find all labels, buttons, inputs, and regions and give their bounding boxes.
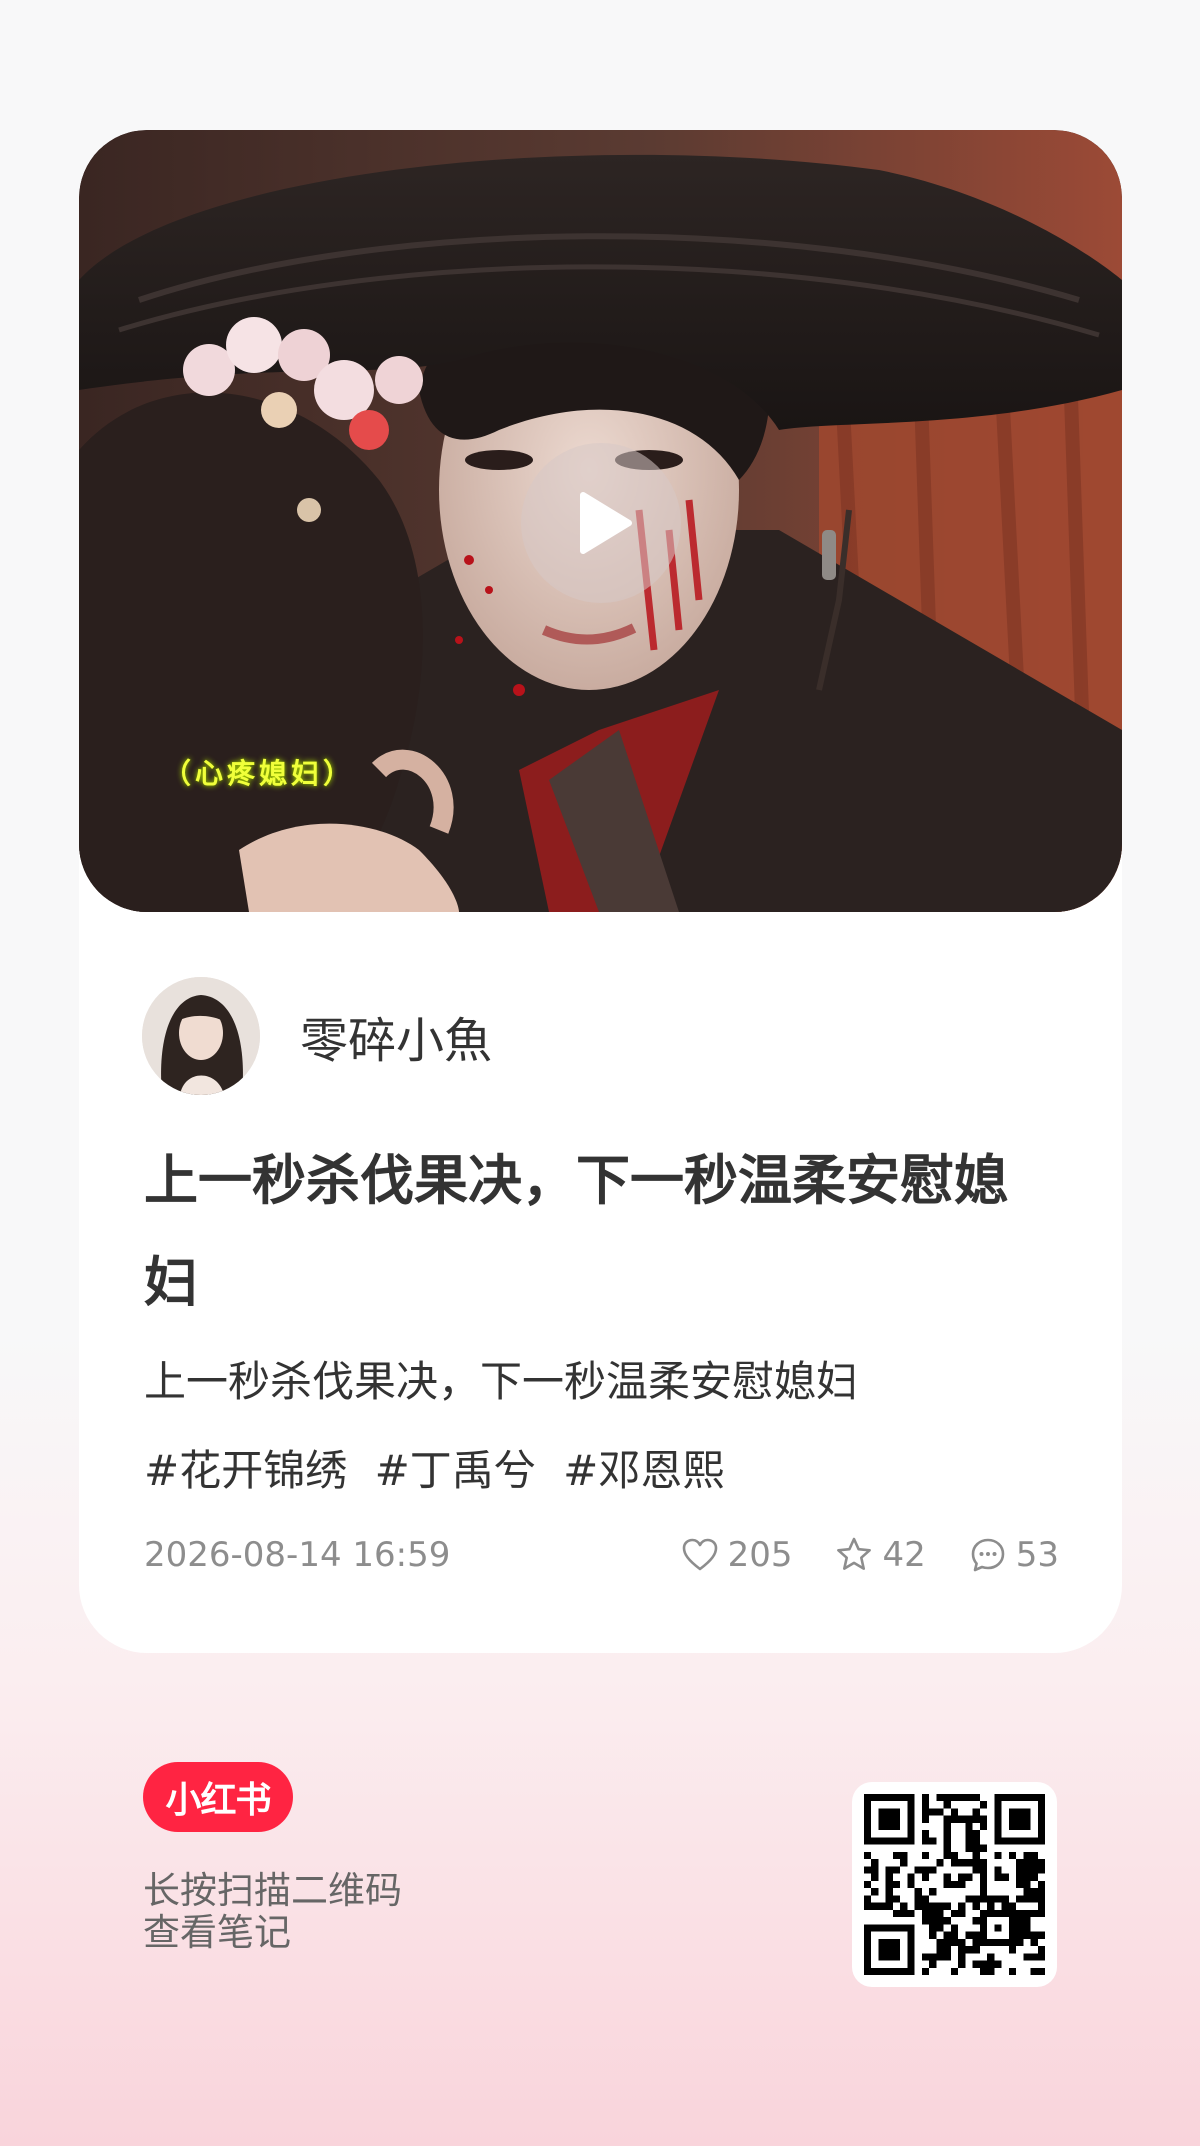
scan-hint-line2: 查看笔记	[143, 1911, 291, 1954]
video-caption: （心疼媳妇）	[163, 757, 356, 790]
video-cover[interactable]: （心疼媳妇）	[79, 130, 1122, 912]
post-description: 上一秒杀伐果决，下一秒温柔安慰媳妇	[144, 1357, 859, 1406]
qr-code-image	[864, 1794, 1045, 1975]
comment-button[interactable]: 53	[968, 1535, 1059, 1575]
meta-row: 2026-08-14 16:59 205 42 53	[144, 1530, 1059, 1580]
tag-item[interactable]: #花开锦绣	[144, 1446, 347, 1495]
note-card: （心疼媳妇） 零碎小魚 上一秒杀伐果决，下一秒温柔安慰媳妇 上一秒杀伐果决，下一…	[79, 130, 1122, 1653]
like-count: 205	[727, 1535, 793, 1575]
post-timestamp: 2026-08-14 16:59	[144, 1535, 451, 1575]
author-row[interactable]: 零碎小魚	[142, 977, 492, 1095]
author-name[interactable]: 零碎小魚	[300, 1001, 492, 1071]
avatar-image	[142, 977, 260, 1095]
heart-icon	[682, 1538, 717, 1571]
xiaohongshu-logo: 小红书	[143, 1762, 293, 1832]
favorite-button[interactable]: 42	[834, 1535, 926, 1575]
tag-item[interactable]: #邓恩熙	[563, 1446, 724, 1495]
qr-code[interactable]	[852, 1782, 1057, 1987]
like-button[interactable]: 205	[680, 1535, 793, 1575]
star-icon	[837, 1537, 872, 1570]
play-icon	[580, 492, 632, 554]
play-button[interactable]	[521, 443, 681, 603]
tag-item[interactable]: #丁禹兮	[375, 1446, 536, 1495]
tag-list: #花开锦绣 #丁禹兮 #邓恩熙	[144, 1426, 1044, 1515]
comment-count: 53	[1015, 1535, 1059, 1575]
favorite-count: 42	[882, 1535, 926, 1575]
scan-hint: 长按扫描二维码 查看笔记	[143, 1870, 402, 1954]
comment-bubble-icon	[971, 1538, 1005, 1572]
post-title: 上一秒杀伐果决，下一秒温柔安慰媳妇	[144, 1149, 1008, 1314]
scan-hint-line1: 长按扫描二维码	[143, 1869, 402, 1912]
avatar[interactable]	[142, 977, 260, 1095]
